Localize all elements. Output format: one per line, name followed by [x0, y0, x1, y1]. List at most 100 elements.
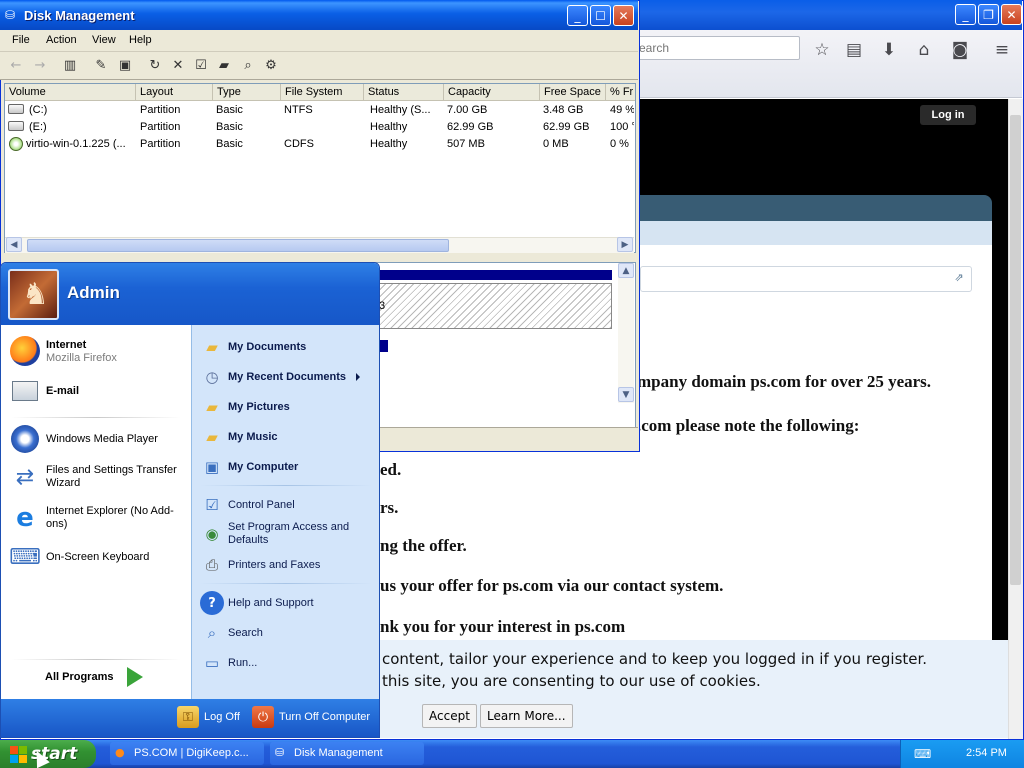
cookie-text-line: this site, you are consenting to our use…	[382, 672, 761, 690]
window-title: Disk Management	[24, 8, 135, 23]
scroll-up-icon[interactable]: ▲	[618, 263, 634, 278]
dm-minimize-button[interactable]: _	[567, 5, 588, 26]
firefox-restore-button[interactable]: ❐	[978, 4, 999, 25]
start-menu: ♞ Admin Internet Mozilla Firefox E-mail …	[0, 262, 380, 738]
firefox-minimize-button[interactable]: _	[955, 4, 976, 25]
scroll-right-icon[interactable]: ▶	[617, 237, 633, 252]
power-icon: ⏻	[252, 706, 274, 728]
row-type: Basic	[216, 121, 243, 133]
cookie-text-line: content, tailor your experience and to k…	[382, 650, 928, 668]
back-icon[interactable]: ←	[6, 55, 26, 75]
pictures-folder-icon: ▰	[206, 398, 218, 416]
refresh-icon[interactable]: ↻	[145, 55, 165, 75]
avatar[interactable]: ♞	[8, 269, 59, 320]
row-volume[interactable]: (E:)	[29, 121, 129, 133]
all-programs-label: All Programs	[45, 670, 114, 683]
row-capacity: 7.00 GB	[447, 104, 488, 116]
start-item-keyboard[interactable]: ⌨ On-Screen Keyboard	[9, 541, 149, 573]
bookmark-star-icon[interactable]: ☆	[810, 38, 834, 62]
menu-help[interactable]: Help	[129, 34, 152, 46]
cookie-accept-button[interactable]: Accept	[422, 704, 477, 728]
clock[interactable]: 2:54 PM	[966, 747, 1007, 759]
start-button[interactable]: start	[0, 740, 96, 768]
start-item-help[interactable]: ? Help and Support	[200, 591, 314, 615]
start-item-program-access[interactable]: ◉ Set Program Access and Defaults	[200, 521, 378, 547]
all-programs-button[interactable]: All Programs	[45, 667, 144, 687]
start-item-run[interactable]: ▭ Run...	[200, 651, 257, 675]
column-status[interactable]: Status	[364, 84, 444, 101]
start-item-my-documents[interactable]: ▰ My Documents	[200, 335, 306, 359]
log-off-button[interactable]: ⚿ Log Off	[177, 706, 240, 728]
column-percent-free[interactable]: % Fr	[606, 84, 635, 101]
check-icon[interactable]: ☑	[191, 55, 211, 75]
find-icon[interactable]: ⌕	[238, 55, 258, 75]
start-menu-programs: Internet Mozilla Firefox E-mail Windows …	[1, 325, 191, 699]
start-item-printers[interactable]: ⎙ Printers and Faxes	[200, 553, 320, 577]
column-capacity[interactable]: Capacity	[444, 84, 540, 101]
start-item-media-player[interactable]: Windows Media Player	[9, 423, 158, 455]
horizontal-scrollbar-thumb[interactable]	[27, 239, 449, 252]
start-item-my-pictures[interactable]: ▰ My Pictures	[200, 395, 290, 419]
expand-icon[interactable]: ⇗	[952, 271, 966, 285]
delete-icon[interactable]: ✕	[168, 55, 188, 75]
taskbar-item-disk-management[interactable]: ⛁ Disk Management	[270, 742, 424, 765]
turn-off-button[interactable]: ⏻ Turn Off Computer	[252, 706, 370, 728]
start-item-label: My Computer	[228, 460, 299, 473]
home-icon[interactable]: ⌂	[912, 38, 936, 62]
keyboard-tray-icon[interactable]: ⌨	[914, 747, 932, 761]
menu-view[interactable]: View	[92, 34, 116, 46]
taskbar-item-firefox[interactable]: ● PS.COM | DigiKeep.c...	[110, 742, 264, 765]
start-item-label: Control Panel	[228, 498, 295, 511]
column-type[interactable]: Type	[213, 84, 281, 101]
start-item-search[interactable]: ⌕ Search	[200, 621, 263, 645]
dm-maximize-button[interactable]: ☐	[590, 5, 611, 26]
firefox-search-input[interactable]: earch	[630, 36, 800, 60]
start-item-ie[interactable]: e Internet Explorer (No Add-ons)	[9, 502, 189, 534]
settings-icon[interactable]: ⚙	[261, 55, 281, 75]
disk-partition-block[interactable]: 3	[378, 283, 612, 329]
pocket-icon[interactable]: ◙	[948, 38, 972, 62]
firefox-close-button[interactable]: ✕	[1001, 4, 1022, 25]
dm-close-button[interactable]: ✕	[613, 5, 634, 26]
start-item-sublabel: Mozilla Firefox	[46, 351, 117, 364]
scroll-down-icon[interactable]: ▼	[618, 387, 634, 402]
menu-action[interactable]: Action	[46, 34, 77, 46]
start-item-recent-documents[interactable]: ◷ My Recent Documents	[200, 365, 378, 389]
vertical-scrollbar[interactable]	[618, 263, 634, 403]
scroll-left-icon[interactable]: ◀	[6, 237, 22, 252]
firefox-icon	[9, 335, 41, 367]
menu-file[interactable]: File	[12, 34, 30, 46]
start-item-label: My Recent Documents	[228, 370, 346, 383]
row-volume[interactable]: (C:)	[29, 104, 129, 116]
download-icon[interactable]: ⬇	[877, 38, 901, 62]
webpage-panel-box	[640, 266, 972, 292]
open-folder-icon[interactable]: ▰	[214, 55, 234, 75]
separator	[11, 659, 181, 660]
reading-list-icon[interactable]: ▤	[842, 38, 866, 62]
row-free: 3.48 GB	[543, 104, 584, 116]
console-tree-icon[interactable]: ▥	[60, 55, 80, 75]
horizontal-scrollbar[interactable]	[5, 237, 634, 253]
start-item-transfer-wizard[interactable]: ⇄ Files and Settings Transfer Wizard	[9, 461, 189, 493]
column-file-system[interactable]: File System	[281, 84, 364, 101]
forward-icon[interactable]: →	[30, 55, 50, 75]
cd-icon	[9, 137, 23, 151]
row-pct: 0 %	[610, 138, 629, 150]
page-text-line: ed.	[380, 460, 402, 479]
column-layout[interactable]: Layout	[136, 84, 213, 101]
login-button[interactable]: Log in	[920, 105, 976, 125]
hamburger-menu-icon[interactable]: ≡	[990, 38, 1014, 62]
start-item-email[interactable]: E-mail	[9, 375, 79, 407]
start-item-my-computer[interactable]: ▣ My Computer	[200, 455, 298, 479]
help-toolbar-icon[interactable]: ▣	[115, 55, 135, 75]
start-item-control-panel[interactable]: ☑ Control Panel	[200, 493, 295, 517]
row-fs: NTFS	[284, 104, 313, 116]
firefox-scrollbar-thumb[interactable]	[1010, 115, 1021, 585]
row-volume[interactable]: virtio-win-0.1.225 (...	[26, 138, 132, 150]
column-free-space[interactable]: Free Space	[540, 84, 606, 101]
start-item-my-music[interactable]: ▰ My Music	[200, 425, 277, 449]
cookie-learn-more-button[interactable]: Learn More...	[480, 704, 573, 728]
properties-icon[interactable]: ✎	[91, 55, 111, 75]
column-volume[interactable]: Volume	[5, 84, 136, 101]
start-item-internet[interactable]: Internet Mozilla Firefox	[9, 335, 117, 367]
